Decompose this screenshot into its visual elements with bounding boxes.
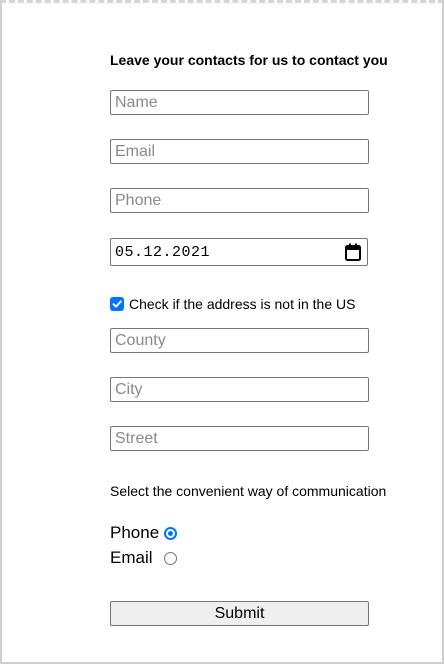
name-input[interactable] <box>110 90 369 115</box>
checkmark-icon <box>112 300 122 308</box>
radio-phone[interactable] <box>164 526 177 540</box>
not-us-checkbox-row[interactable]: Check if the address is not in the US <box>110 296 355 312</box>
radio-label-phone: Phone <box>110 523 160 542</box>
radio-label-email: Email <box>110 548 153 567</box>
radio-option-phone[interactable]: Phone <box>110 523 177 543</box>
not-us-label: Check if the address is not in the US <box>129 296 356 312</box>
submit-button[interactable]: Submit <box>110 601 369 626</box>
form-title: Leave your contacts for us to contact yo… <box>110 52 388 68</box>
radio-email[interactable] <box>164 551 177 565</box>
city-input[interactable] <box>110 377 369 402</box>
calendar-icon[interactable] <box>345 243 361 261</box>
county-input[interactable] <box>110 328 369 353</box>
date-input[interactable]: 05.12.2021 <box>110 238 368 266</box>
radio-option-email[interactable]: Email <box>110 548 177 568</box>
date-value: 05.12.2021 <box>115 244 211 261</box>
street-input[interactable] <box>110 426 369 451</box>
phone-input[interactable] <box>110 188 369 213</box>
not-us-checkbox[interactable] <box>110 297 124 311</box>
email-input[interactable] <box>110 139 369 164</box>
communication-label: Select the convenient way of communicati… <box>110 483 387 499</box>
